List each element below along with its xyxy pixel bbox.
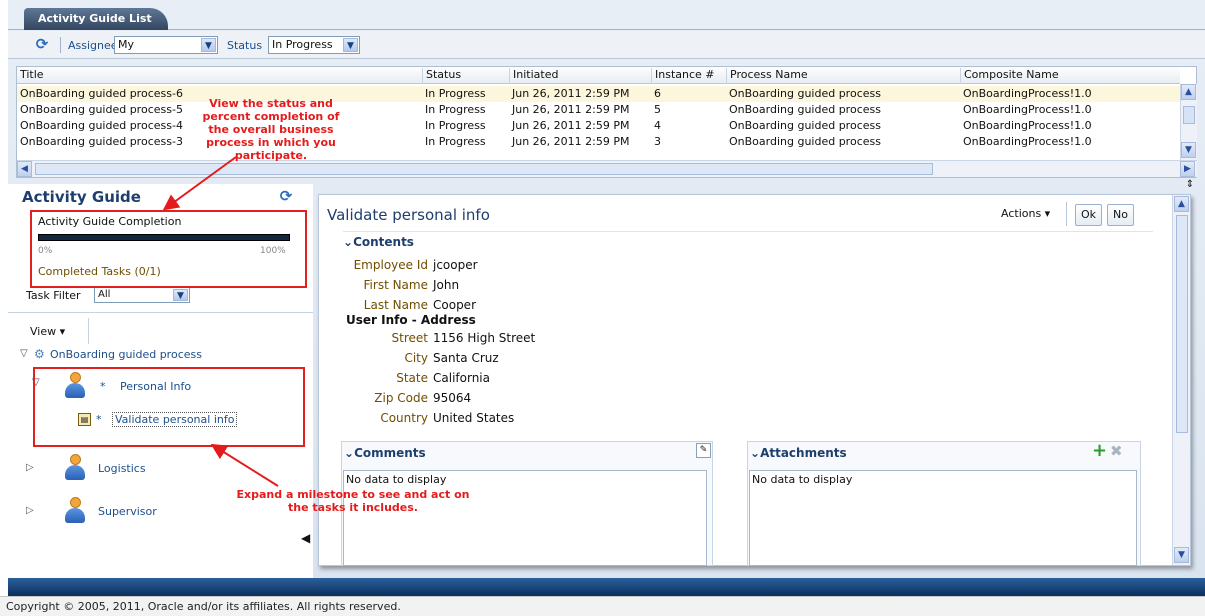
footer: Copyright © 2005, 2011, Oracle and/or it… [0,596,1205,616]
arrow-to-milestone [210,443,279,487]
copyright-text: Copyright © 2005, 2011, Oracle and/or it… [6,600,401,613]
bottom-brand-bar [8,578,1205,596]
arrow-to-progress [162,156,237,211]
annotation-arrows [162,156,279,487]
